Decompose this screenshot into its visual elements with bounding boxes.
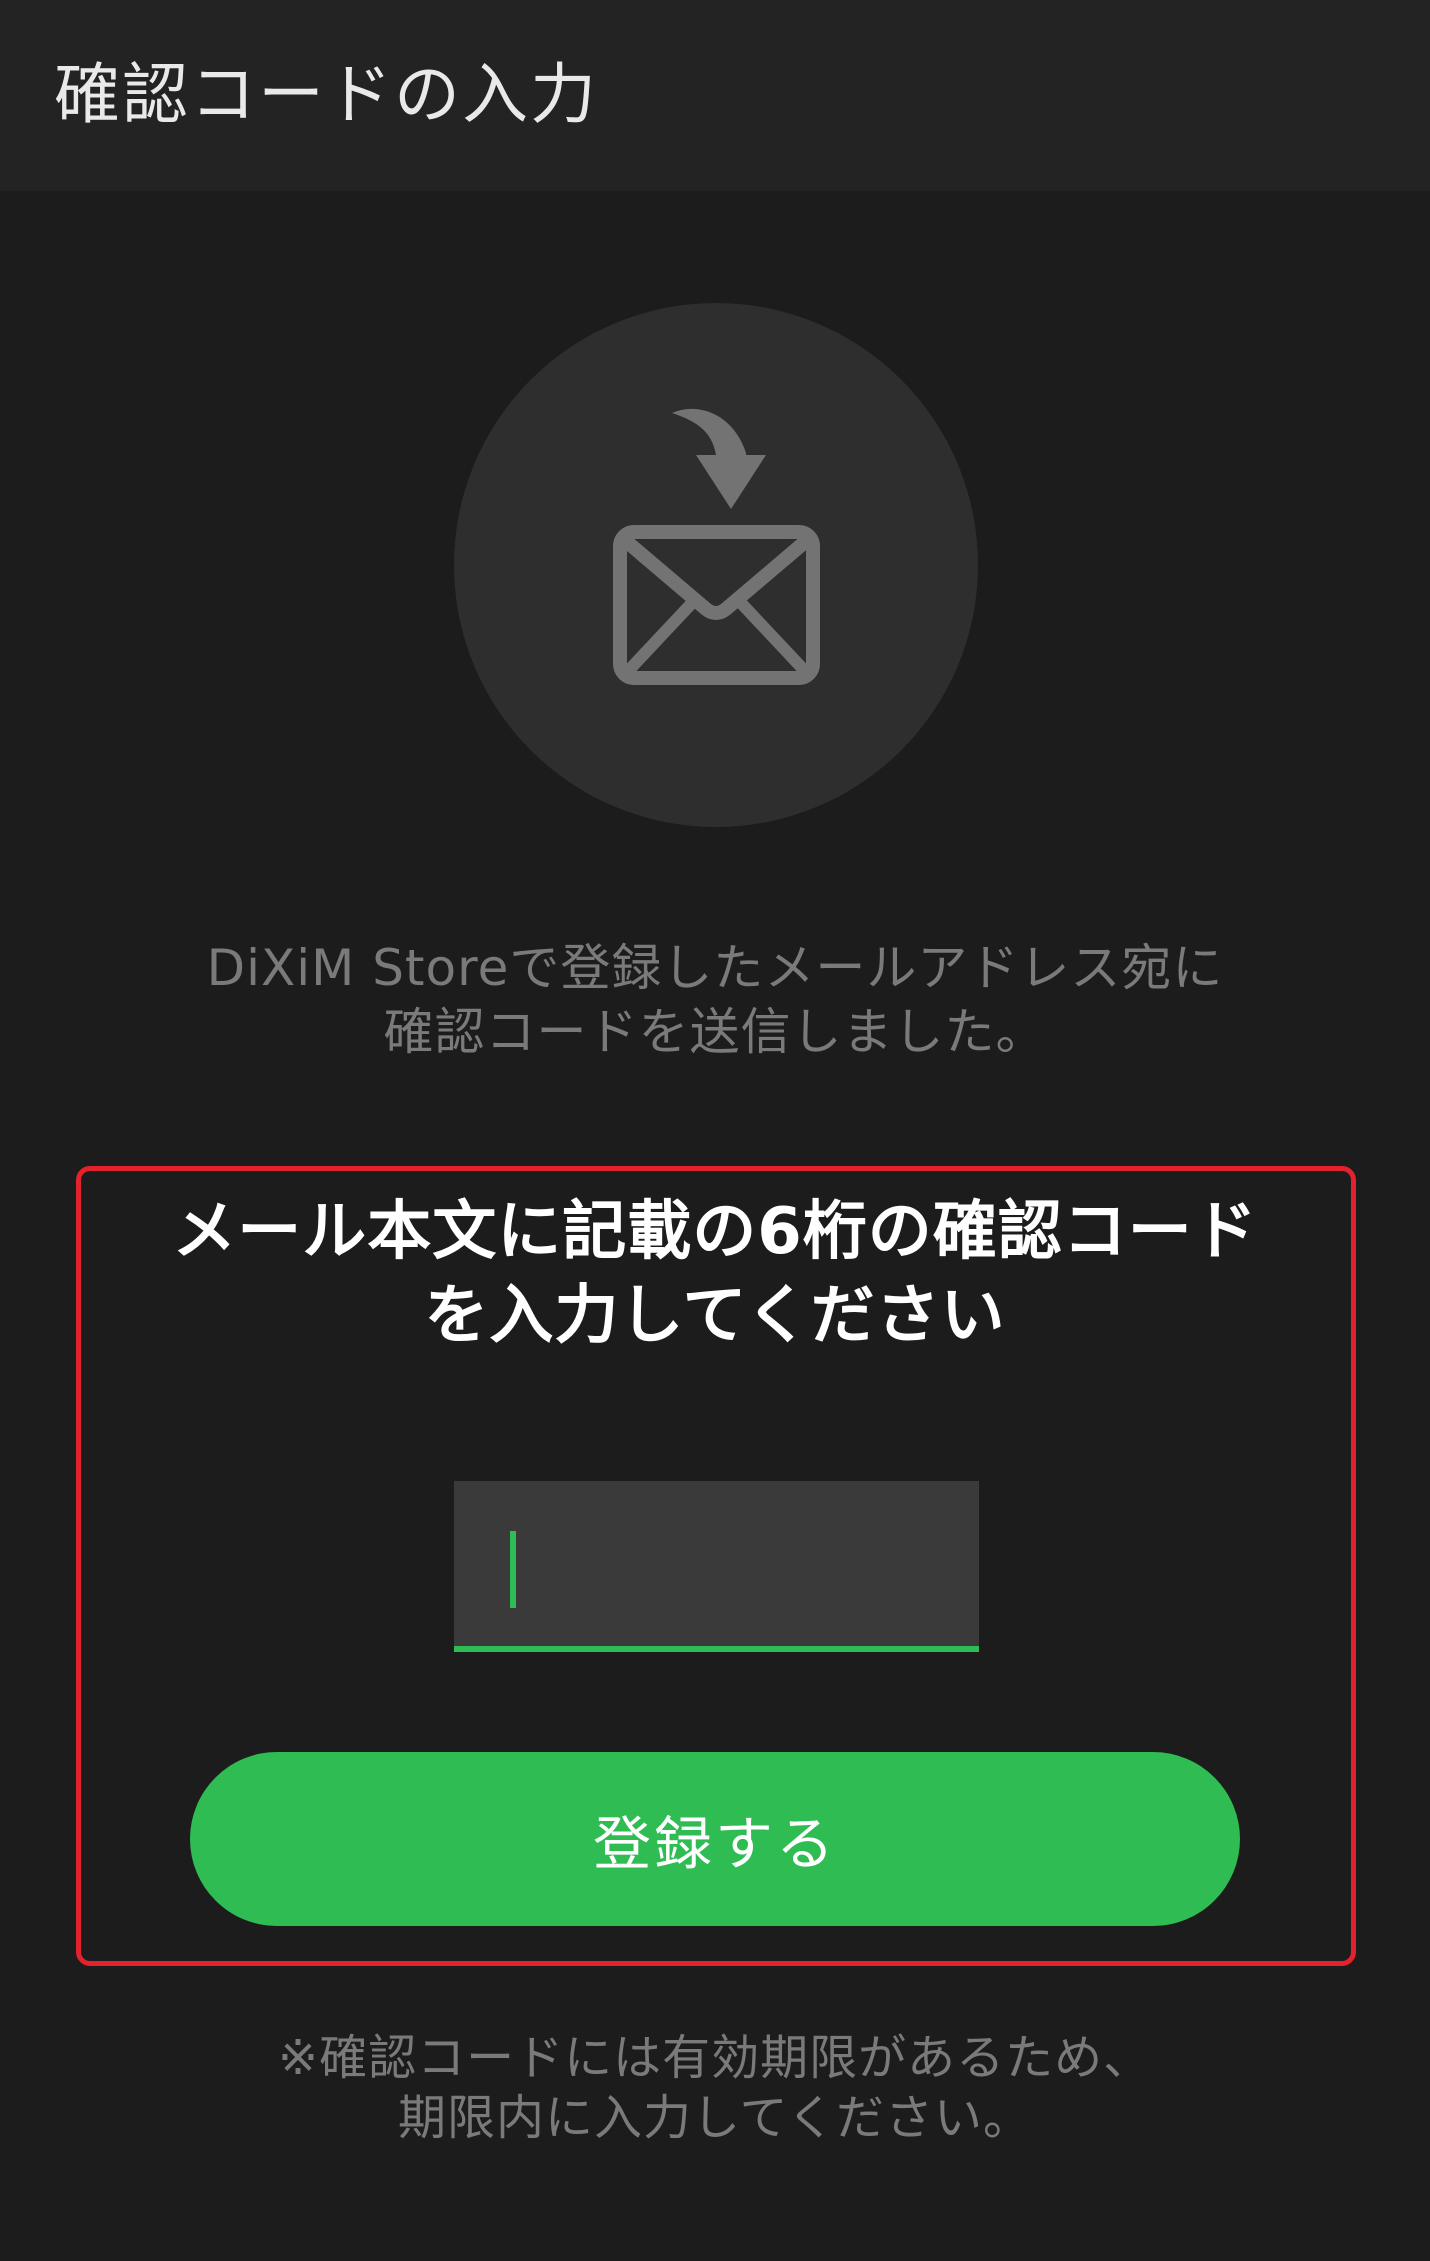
description-line-1: DiXiM Storeで登録したメールアドレス宛に xyxy=(206,939,1224,997)
description-line-2: 確認コードを送信しました。 xyxy=(383,1003,1047,1061)
mail-download-icon xyxy=(613,408,820,685)
code-input-container xyxy=(454,1481,979,1652)
mail-icon-circle xyxy=(454,303,978,827)
note-line-2: 期限内に入力してください。 xyxy=(397,2090,1033,2146)
page-title: 確認コードの入力 xyxy=(54,56,598,133)
instruction-line-2: を入力してください xyxy=(424,1279,1006,1353)
note-line-1: ※確認コードには有効期限があるため、 xyxy=(277,2030,1153,2086)
sent-description: DiXiM Storeで登録したメールアドレス宛に 確認コードを送信しました。 xyxy=(0,936,1430,1064)
text-caret xyxy=(510,1531,516,1608)
verification-code-input[interactable] xyxy=(454,1481,979,1646)
expiry-note: ※確認コードには有効期限があるため、 期限内に入力してください。 xyxy=(0,2028,1430,2148)
instruction-line-1: メール本文に記載の6桁の確認コード xyxy=(172,1195,1258,1269)
register-button[interactable]: 登録する xyxy=(190,1752,1240,1926)
app-bar: 確認コードの入力 xyxy=(0,0,1430,191)
instruction-heading: メール本文に記載の6桁の確認コード を入力してください xyxy=(0,1190,1430,1358)
